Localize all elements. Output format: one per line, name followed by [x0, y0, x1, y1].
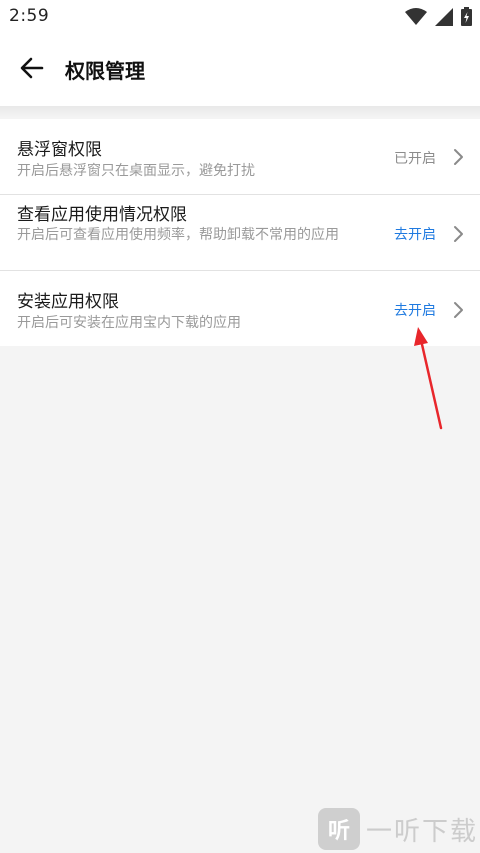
- watermark-logo: 听: [318, 808, 360, 850]
- permission-row-floating-window[interactable]: 悬浮窗权限 开启后悬浮窗只在桌面显示，避免打扰 已开启: [0, 119, 480, 195]
- app-header: 权限管理: [0, 34, 480, 106]
- annotation-arrow-icon: [400, 318, 460, 438]
- permission-title: 悬浮窗权限: [17, 140, 102, 160]
- page-title: 权限管理: [65, 59, 145, 83]
- permission-title: 安装应用权限: [17, 292, 119, 312]
- permission-description: 开启后悬浮窗只在桌面显示，避免打扰: [17, 163, 255, 179]
- status-icons: [405, 7, 472, 30]
- permission-list: 悬浮窗权限 开启后悬浮窗只在桌面显示，避免打扰 已开启 查看应用使用情况权限 开…: [0, 119, 480, 346]
- permission-status[interactable]: 去开启: [394, 300, 436, 320]
- chevron-right-icon: [452, 301, 466, 319]
- permission-status[interactable]: 去开启: [394, 224, 436, 244]
- back-arrow-icon: [20, 57, 44, 83]
- permission-description: 开启后可查看应用使用频率，帮助卸载不常用的应用: [17, 227, 339, 243]
- chevron-right-icon: [452, 148, 466, 166]
- back-button[interactable]: [12, 52, 52, 88]
- wifi-icon: [405, 7, 427, 30]
- watermark-text: 一听下载: [366, 816, 479, 847]
- chevron-right-icon: [452, 225, 466, 243]
- status-time: 2:59: [9, 6, 50, 26]
- permission-description: 开启后可安装在应用宝内下载的应用: [17, 315, 241, 331]
- signal-icon: [435, 7, 453, 30]
- status-bar: 2:59: [0, 0, 480, 34]
- permission-title: 查看应用使用情况权限: [17, 205, 187, 225]
- battery-icon: [461, 7, 472, 30]
- watermark: 听 一听下载: [318, 808, 478, 850]
- permission-row-usage-access[interactable]: 查看应用使用情况权限 开启后可查看应用使用频率，帮助卸载不常用的应用 去开启: [0, 195, 480, 271]
- permission-status[interactable]: 已开启: [394, 148, 436, 168]
- header-divider: [0, 106, 480, 118]
